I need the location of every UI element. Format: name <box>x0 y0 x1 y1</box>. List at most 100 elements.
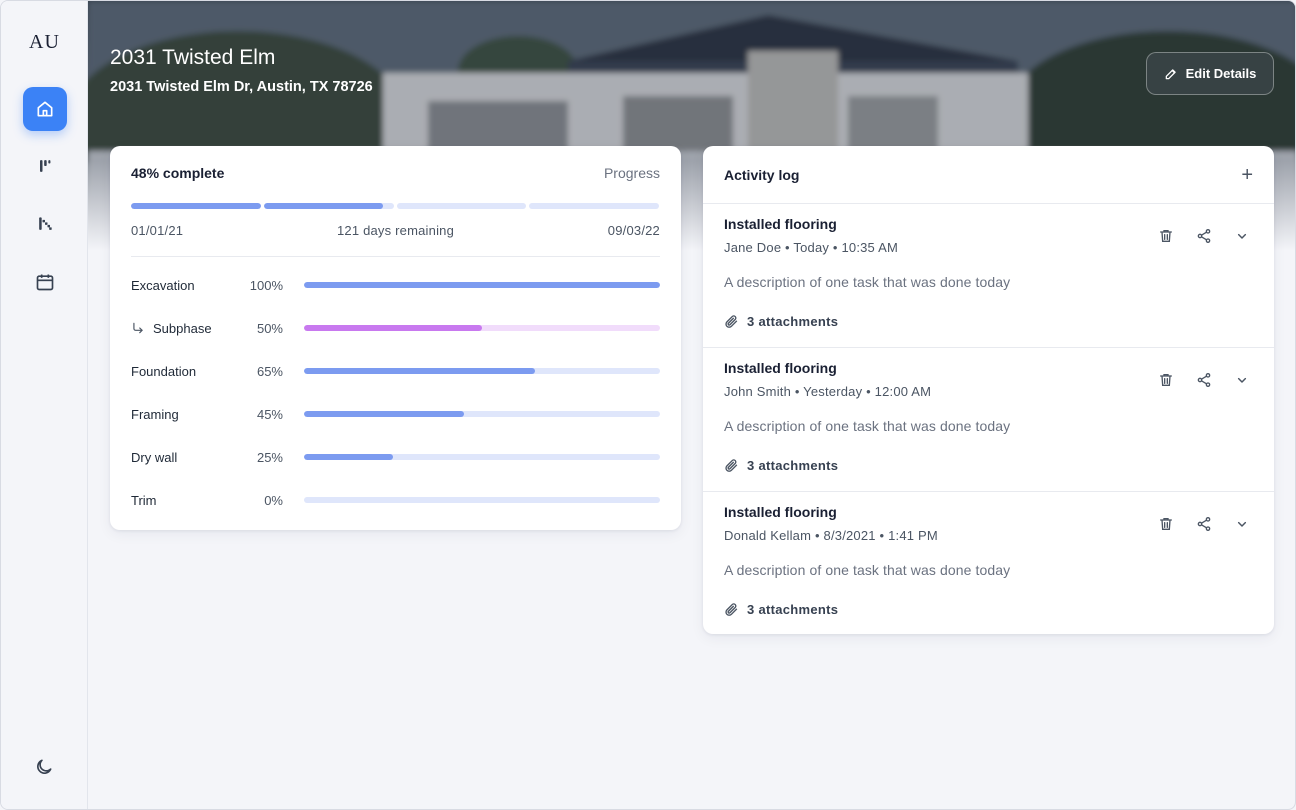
edit-details-button[interactable]: Edit Details <box>1146 52 1274 95</box>
phase-percent: 100% <box>249 277 283 293</box>
progress-section-label: Progress <box>603 165 660 181</box>
nav-tools[interactable] <box>23 144 67 188</box>
tools-icon <box>40 160 51 172</box>
activity-title: Installed flooring <box>724 504 837 520</box>
activity-meta: John Smith • Yesterday • 12:00 AM <box>724 384 932 399</box>
phase-name: Trim <box>131 492 157 508</box>
attachments-label: 3 attachments <box>747 314 839 329</box>
progress-segment <box>396 203 527 209</box>
delete-button[interactable] <box>1158 228 1174 244</box>
end-date: 09/03/22 <box>607 223 660 238</box>
progress-card: 48% complete Progress 01/01/21 121 days … <box>110 146 681 530</box>
activity-actions <box>1158 372 1250 388</box>
trash-icon <box>1160 374 1172 386</box>
start-date: 01/01/21 <box>131 223 184 238</box>
phase-bar-fill <box>304 282 660 288</box>
phase-percent: 0% <box>264 492 283 508</box>
share-button[interactable] <box>1196 372 1212 388</box>
activity-title: Installed flooring <box>724 216 837 232</box>
pencil-icon <box>1165 68 1176 79</box>
phase-name: Subphase <box>131 321 236 336</box>
delete-button[interactable] <box>1158 516 1174 532</box>
activity-description: A description of one task that was done … <box>724 274 1011 290</box>
share-icon <box>1197 373 1211 387</box>
phase-bar-fill <box>304 368 536 374</box>
activity-item: Installed flooring Donald Kellam • 8/3/2… <box>703 491 1274 635</box>
paperclip-icon <box>725 315 738 328</box>
calendar-icon <box>36 274 54 291</box>
expand-button[interactable] <box>1234 228 1250 244</box>
delete-button[interactable] <box>1158 372 1174 388</box>
nav-home[interactable] <box>23 87 67 131</box>
attachments-link[interactable]: 3 attachments <box>724 602 838 617</box>
progress-segment <box>131 203 261 209</box>
attachments-link[interactable]: 3 attachments <box>724 458 838 473</box>
expand-button[interactable] <box>1234 372 1250 388</box>
property-address: 2031 Twisted Elm Dr, Austin, TX 78726 <box>110 79 373 95</box>
activity-log-card: Activity log + Installed flooring Jane D… <box>703 146 1274 634</box>
phase-row-foundation: Foundation 65% <box>131 361 660 381</box>
sidebar: AU <box>1 1 88 809</box>
phase-bar <box>304 325 660 331</box>
subphase-name: Subphase <box>153 320 212 336</box>
app-logo[interactable]: AU <box>1 31 88 54</box>
phase-bar <box>304 454 660 460</box>
progress-segment-fill <box>131 203 261 209</box>
trash-icon <box>1160 518 1172 530</box>
nav-stairs[interactable] <box>23 202 67 246</box>
phase-bar-fill <box>304 411 465 417</box>
activity-item: Installed flooring Jane Doe • Today • 10… <box>703 203 1274 347</box>
share-icon <box>1197 517 1211 531</box>
phase-row-framing: Framing 45% <box>131 404 660 424</box>
share-button[interactable] <box>1196 516 1212 532</box>
overall-progress-bar <box>131 203 659 209</box>
phase-name: Framing <box>131 406 179 422</box>
paperclip-icon <box>725 603 738 616</box>
phase-row-excavation: Excavation 100% <box>131 275 660 295</box>
activity-description: A description of one task that was done … <box>724 562 1011 578</box>
progress-segment <box>263 203 394 209</box>
activity-description: A description of one task that was done … <box>724 418 1011 434</box>
phase-percent: 45% <box>256 406 283 422</box>
nav-calendar[interactable] <box>23 260 67 304</box>
phase-percent: 50% <box>256 320 283 336</box>
trash-icon <box>1160 230 1172 242</box>
chevron-down-icon <box>1237 521 1247 527</box>
activity-actions <box>1158 516 1250 532</box>
phase-name: Excavation <box>131 277 195 293</box>
activity-item: Installed flooring John Smith • Yesterda… <box>703 347 1274 491</box>
expand-button[interactable] <box>1234 516 1250 532</box>
activity-meta: Donald Kellam • 8/3/2021 • 1:41 PM <box>724 528 938 543</box>
attachments-link[interactable]: 3 attachments <box>724 314 838 329</box>
phase-bar <box>304 497 660 503</box>
share-button[interactable] <box>1196 228 1212 244</box>
stairs-icon <box>39 217 52 230</box>
divider <box>131 256 660 257</box>
progress-header: 48% complete Progress <box>131 165 660 181</box>
phase-row-subphase: Subphase 50% <box>131 318 660 338</box>
attachments-label: 3 attachments <box>747 458 839 473</box>
activity-log-header: Activity log + <box>724 165 1253 185</box>
days-remaining: 121 days remaining <box>336 223 455 238</box>
activity-log-title: Activity log <box>724 167 800 183</box>
phase-bar <box>304 411 660 417</box>
percent-complete: 48% complete <box>131 165 225 181</box>
phase-row-dry-wall: Dry wall 25% <box>131 447 660 467</box>
home-icon <box>37 101 53 117</box>
attachments-label: 3 attachments <box>747 602 839 617</box>
phase-bar <box>304 282 660 288</box>
app-window: 2031 Twisted Elm 2031 Twisted Elm Dr, Au… <box>0 0 1296 810</box>
phase-bar-fill <box>304 454 393 460</box>
phase-name: Foundation <box>131 363 197 379</box>
moon-icon[interactable] <box>34 757 54 777</box>
phase-name: Dry wall <box>131 449 178 465</box>
chevron-down-icon <box>1237 233 1247 239</box>
phase-row-trim: Trim 0% <box>131 490 660 510</box>
phase-percent: 25% <box>256 449 283 465</box>
add-activity-button[interactable]: + <box>1241 165 1253 185</box>
subdirectory-arrow-icon <box>133 322 143 334</box>
activity-title: Installed flooring <box>724 360 837 376</box>
phase-bar-fill <box>304 325 482 331</box>
activity-meta: Jane Doe • Today • 10:35 AM <box>724 240 898 255</box>
share-icon <box>1197 229 1211 243</box>
